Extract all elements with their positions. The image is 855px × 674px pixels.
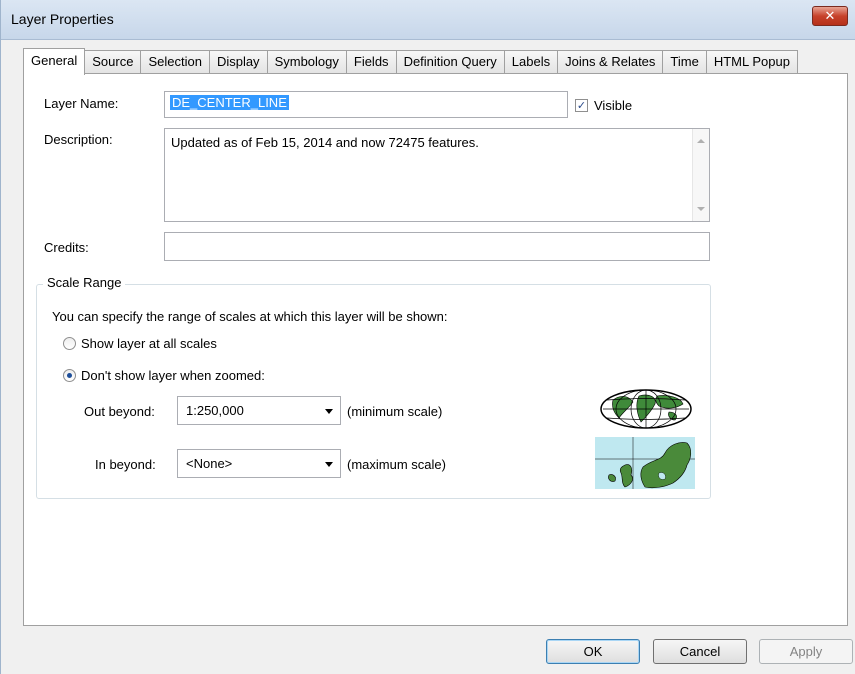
window-title: Layer Properties — [11, 11, 114, 27]
title-bar[interactable]: Layer Properties ✕ — [1, 0, 855, 40]
ok-button[interactable]: OK — [546, 639, 640, 664]
chevron-down-icon[interactable] — [325, 409, 333, 414]
dont-show-zoomed-label[interactable]: Don't show layer when zoomed: — [81, 368, 265, 383]
tab-labels[interactable]: Labels — [503, 50, 559, 74]
tab-joins-relates[interactable]: Joins & Relates — [557, 50, 664, 74]
description-value: Updated as of Feb 15, 2014 and now 72475… — [171, 135, 479, 150]
apply-button[interactable]: Apply — [759, 639, 853, 664]
layer-properties-dialog: Layer Properties ✕ General Source Select… — [0, 0, 855, 674]
general-tab-panel: Layer Name: DE_CENTER_LINE ✓ Visible Des… — [23, 73, 848, 626]
description-label: Description: — [44, 132, 113, 147]
close-button[interactable]: ✕ — [812, 6, 848, 26]
minimum-scale-hint: (minimum scale) — [347, 404, 443, 419]
tab-time[interactable]: Time — [662, 50, 707, 74]
layer-name-label: Layer Name: — [44, 96, 119, 111]
in-beyond-combo[interactable]: <None> — [177, 449, 341, 478]
maximum-scale-hint: (maximum scale) — [347, 457, 446, 472]
out-beyond-label: Out beyond: — [84, 404, 155, 419]
out-beyond-value: 1:250,000 — [186, 403, 244, 418]
description-scrollbar[interactable] — [692, 129, 709, 221]
show-all-scales-radio[interactable] — [63, 337, 76, 350]
tab-symbology[interactable]: Symbology — [266, 50, 347, 74]
in-beyond-label: In beyond: — [95, 457, 156, 472]
scroll-down-icon[interactable] — [697, 207, 705, 211]
tab-definition-query[interactable]: Definition Query — [395, 50, 505, 74]
show-all-scales-label[interactable]: Show layer at all scales — [81, 336, 217, 351]
scroll-up-icon[interactable] — [697, 139, 705, 143]
scale-range-legend: Scale Range — [43, 275, 126, 290]
out-beyond-combo[interactable]: 1:250,000 — [177, 396, 341, 425]
tab-html-popup[interactable]: HTML Popup — [705, 50, 798, 74]
tab-source[interactable]: Source — [84, 50, 142, 74]
layer-name-value: DE_CENTER_LINE — [170, 95, 289, 110]
tab-fields[interactable]: Fields — [345, 50, 397, 74]
close-icon: ✕ — [824, 8, 836, 23]
zoomed-map-icon — [595, 437, 695, 489]
credits-label: Credits: — [44, 240, 89, 255]
visible-label: Visible — [594, 98, 633, 113]
tab-general[interactable]: General — [23, 48, 86, 75]
credits-input[interactable] — [164, 232, 710, 261]
tab-selection[interactable]: Selection — [140, 50, 210, 74]
scale-range-group: Scale Range You can specify the range of… — [36, 275, 711, 499]
description-textarea[interactable]: Updated as of Feb 15, 2014 and now 72475… — [164, 128, 710, 222]
tab-display[interactable]: Display — [208, 50, 268, 74]
dont-show-zoomed-radio[interactable] — [63, 369, 76, 382]
chevron-down-icon[interactable] — [325, 462, 333, 467]
scale-range-intro: You can specify the range of scales at w… — [52, 309, 448, 324]
cancel-button[interactable]: Cancel — [653, 639, 747, 664]
layer-name-input[interactable]: DE_CENTER_LINE — [164, 91, 568, 118]
world-globe-icon — [600, 389, 692, 429]
visible-checkbox[interactable]: ✓ — [575, 99, 588, 112]
tab-strip: General Source Selection Display Symbolo… — [23, 48, 798, 75]
in-beyond-value: <None> — [186, 456, 233, 471]
